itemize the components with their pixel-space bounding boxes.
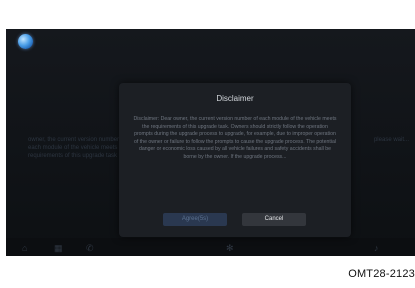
disclaimer-dialog: Disclaimer Disclaimer: Dear owner, the c…	[119, 83, 351, 237]
grid-icon[interactable]: ▦	[54, 243, 63, 253]
home-icon[interactable]: ⌂	[22, 243, 27, 253]
phone-icon[interactable]: ✆	[86, 243, 94, 253]
bottom-dock: ⌂ ▦ ✆ ✻ ♪	[6, 238, 415, 256]
dialog-title: Disclaimer	[216, 94, 254, 103]
fan-icon[interactable]: ✻	[226, 243, 234, 253]
figure-code: OMT28-2123	[348, 268, 415, 280]
dialog-body: Disclaimer: Dear owner, the current vers…	[133, 116, 337, 160]
assistant-orb-icon[interactable]	[18, 34, 33, 49]
cancel-button[interactable]: Cancel	[242, 213, 306, 226]
vehicle-screen: owner, the current version number of eac…	[6, 29, 415, 256]
background-text-right: please wait...	[373, 137, 409, 143]
agree-button[interactable]: Agree(5s)	[163, 213, 227, 226]
music-icon[interactable]: ♪	[374, 243, 379, 253]
